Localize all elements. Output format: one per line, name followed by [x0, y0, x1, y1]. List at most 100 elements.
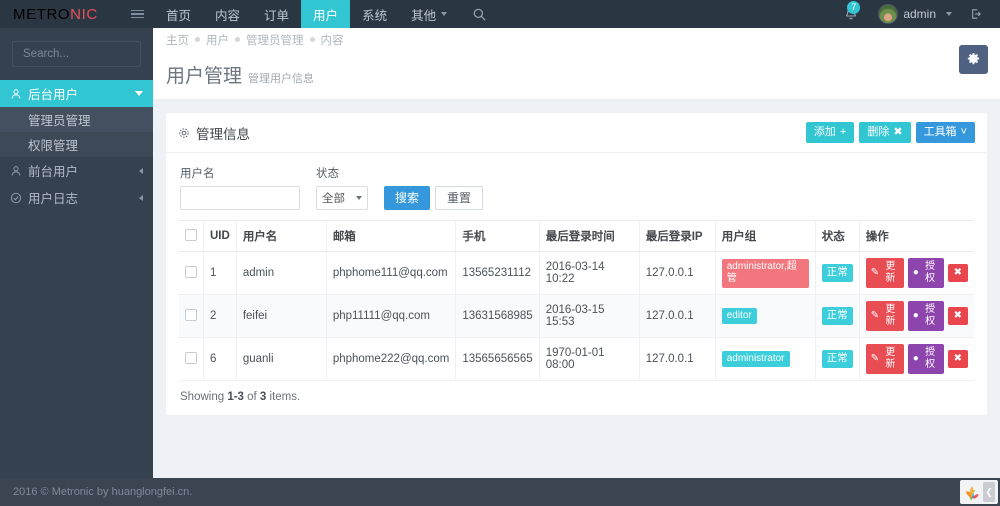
- edit-icon: ✎: [870, 267, 880, 278]
- menu-toggle-icon[interactable]: [120, 0, 154, 28]
- reset-button[interactable]: 重置: [435, 186, 484, 210]
- user-group-badge: editor: [721, 307, 757, 325]
- cell-user-group: administrator,超管: [715, 251, 816, 295]
- table-row: 6 guanli phphome222@qq.com 13565656565 1…: [179, 337, 974, 381]
- breadcrumb-item-home[interactable]: 主页: [166, 32, 189, 48]
- page-settings-button[interactable]: [959, 45, 988, 74]
- update-button[interactable]: ✎ 更新: [865, 301, 904, 331]
- row-delete-button[interactable]: ✖: [947, 350, 968, 368]
- sidebar-search[interactable]: [12, 41, 179, 67]
- page-body: 管理信息 添加 + 删除 ✖ 工具箱 ˅ 用户名 状态 全部 搜索 重置 UID…: [153, 100, 1000, 506]
- cell-uid: 6: [203, 337, 237, 381]
- chevron-right-icon: [139, 167, 143, 174]
- sidebar-submenu: 管理员管理 权限管理: [0, 107, 153, 157]
- row-select-cell: [179, 294, 204, 338]
- nav-item-label: 订单: [264, 8, 290, 23]
- nav-item-label: 其他: [411, 8, 437, 23]
- nav-item-users[interactable]: 用户: [301, 0, 351, 34]
- delete-button[interactable]: 删除 ✖: [859, 121, 911, 144]
- authorize-button[interactable]: ● 授权: [907, 344, 944, 374]
- chevron-down-icon: [441, 12, 448, 16]
- cell-operations: ✎ 更新 ● 授权 ✖: [859, 251, 974, 295]
- page-subtitle: 管理用户信息: [248, 73, 315, 85]
- sidebar-subitem-permission-management[interactable]: 权限管理: [0, 132, 153, 157]
- cell-uid: 1: [203, 251, 237, 295]
- nav-item-others[interactable]: 其他: [399, 0, 459, 28]
- gear-icon: [967, 52, 980, 65]
- toolbox-button[interactable]: 工具箱 ˅: [915, 121, 975, 144]
- chevron-down-icon: ˅: [960, 125, 967, 138]
- cell-username: feifei: [236, 294, 327, 338]
- edit-icon: ✎: [870, 310, 880, 321]
- select-all-header: [179, 220, 204, 252]
- update-button[interactable]: ✎ 更新: [865, 344, 904, 374]
- row-checkbox[interactable]: [185, 308, 197, 321]
- toolbox-button-label: 工具箱: [923, 125, 957, 138]
- breadcrumb-item-admin-management[interactable]: 管理员管理: [246, 32, 304, 48]
- column-email: 邮箱: [326, 220, 457, 252]
- breadcrumb: 主页 用户 管理员管理 内容: [153, 28, 1000, 51]
- nav-item-home[interactable]: 首页: [154, 0, 203, 28]
- filter-form: 用户名 状态 全部 搜索 重置: [166, 153, 987, 220]
- close-icon: ✖: [953, 353, 962, 364]
- user-menu[interactable]: admin: [870, 4, 960, 24]
- sidebar: 后台用户 管理员管理 权限管理 前台用户: [0, 28, 179, 506]
- authorize-button[interactable]: ● 授权: [907, 258, 944, 288]
- username-filter-input[interactable]: [180, 186, 300, 210]
- sidebar-subitem-label: 权限管理: [28, 139, 79, 153]
- logout-button[interactable]: [962, 0, 990, 28]
- sidebar-item-user-logs[interactable]: 用户日志: [0, 184, 153, 211]
- notifications-button[interactable]: 7: [834, 0, 868, 28]
- update-button[interactable]: ✎ 更新: [865, 258, 904, 288]
- nav-item-orders[interactable]: 订单: [252, 0, 301, 28]
- user-icon: ●: [912, 267, 919, 278]
- sidebar-item-frontend-users[interactable]: 前台用户: [0, 157, 153, 184]
- brand-logo[interactable]: METRO NIC: [0, 0, 120, 28]
- top-navbar: METRO NIC 首页 内容 订单 用户 系统 其他 7 admin: [0, 0, 1000, 34]
- collapse-button[interactable]: ❮: [983, 482, 995, 502]
- filter-buttons: 搜索 重置: [384, 186, 484, 210]
- column-last-login-ip: 最后登录IP: [639, 220, 716, 252]
- showing-mid: of: [243, 391, 260, 403]
- authorize-button-label: 授权: [925, 304, 936, 327]
- row-checkbox[interactable]: [185, 351, 197, 364]
- brand-text-primary: METRO: [13, 5, 71, 23]
- row-delete-button[interactable]: ✖: [947, 307, 968, 325]
- nav-item-content[interactable]: 内容: [203, 0, 252, 28]
- cell-phone: 13565231112: [455, 251, 540, 295]
- logout-icon: [972, 9, 981, 19]
- breadcrumb-separator-icon: [195, 37, 200, 42]
- authorize-button[interactable]: ● 授权: [907, 301, 944, 331]
- main-content: 主页 用户 管理员管理 内容 用户管理 管理用户信息 管理信息 添加 + 删除 …: [153, 28, 1000, 506]
- breadcrumb-item-current: 内容: [320, 34, 344, 47]
- chevron-right-icon: [139, 194, 143, 201]
- nav-item-label: 用户: [313, 8, 339, 23]
- sidebar-item-backend-users[interactable]: 后台用户: [0, 80, 160, 107]
- cell-email: phphome222@qq.com: [326, 337, 457, 381]
- cell-last-login-time: 2016-03-14 10:22: [539, 251, 640, 295]
- status-filter-select[interactable]: 全部: [316, 186, 368, 210]
- row-checkbox[interactable]: [185, 265, 197, 278]
- select-all-checkbox[interactable]: [185, 228, 197, 241]
- cell-status: 正常: [815, 294, 860, 338]
- user-icon: ●: [912, 353, 919, 364]
- sidebar-subitem-admin-management[interactable]: 管理员管理: [0, 107, 153, 132]
- user-group-badge: administrator: [721, 350, 790, 368]
- page-title: 用户管理: [166, 66, 243, 87]
- status-filter-label: 状态: [316, 168, 339, 180]
- close-icon: ✖: [953, 267, 962, 278]
- column-uid: UID: [203, 220, 237, 252]
- nav-item-system[interactable]: 系统: [350, 0, 399, 28]
- row-actions: ✎ 更新 ● 授权 ✖: [865, 344, 968, 374]
- status-badge: 正常: [821, 350, 853, 368]
- cell-username: guanli: [236, 337, 327, 381]
- row-delete-button[interactable]: ✖: [947, 264, 968, 282]
- table-row: 2 feifei php11111@qq.com 13631568985 201…: [179, 294, 974, 338]
- username-filter-group: 用户名: [180, 165, 300, 210]
- check-circle-icon: [10, 192, 28, 204]
- add-button[interactable]: 添加 +: [805, 121, 855, 144]
- user-group-badge: administrator,超管: [721, 258, 809, 288]
- search-button[interactable]: 搜索: [384, 186, 431, 210]
- breadcrumb-item-users[interactable]: 用户: [206, 32, 229, 48]
- navbar-search-icon[interactable]: [459, 0, 499, 28]
